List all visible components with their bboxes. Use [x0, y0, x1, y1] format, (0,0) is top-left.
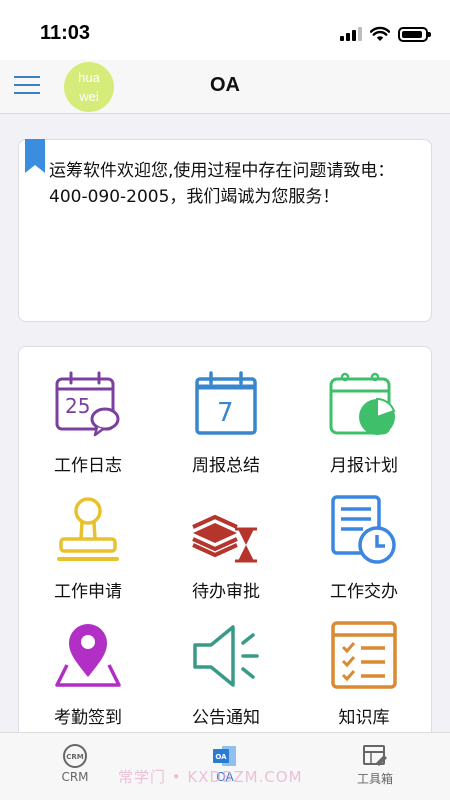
module-label: 公告通知 [192, 708, 260, 728]
crm-icon: CRM [63, 744, 87, 768]
module-announcement[interactable]: 公告通知 [157, 599, 295, 728]
crm-icon-text: CRM [66, 753, 84, 761]
calendar-chat-icon: 25 [55, 371, 120, 437]
nav-bar: hua wei OA [0, 60, 450, 114]
map-pin-icon [55, 624, 121, 687]
calendar-pie-icon [329, 372, 396, 435]
module-attendance[interactable]: 考勤签到 [19, 599, 157, 728]
module-work-log[interactable]: 25 工作日志 [19, 347, 157, 476]
wifi-icon [370, 26, 390, 41]
checklist-window-icon [331, 621, 397, 689]
tab-label: 工具箱 [356, 772, 393, 786]
svg-text:25: 25 [65, 394, 90, 418]
tab-toolbox[interactable]: 工具箱 [300, 733, 450, 800]
module-pending-approval[interactable]: 待办审批 [157, 473, 295, 602]
status-icons [340, 24, 431, 44]
oa-icon-text: OA [215, 753, 227, 761]
module-label: 知识库 [338, 708, 390, 728]
module-work-assignment[interactable]: 工作交办 [295, 473, 431, 602]
hourglass-stack-icon [192, 514, 257, 563]
module-label: 考勤签到 [54, 708, 122, 728]
module-monthly-plan[interactable]: 月报计划 [295, 347, 431, 476]
toolbox-icon [363, 745, 387, 766]
notice-text: 运筹软件欢迎您,使用过程中存在问题请致电：400-090-2005，我们竭诚为您… [49, 161, 395, 207]
stamp-icon [57, 497, 119, 561]
watermark: 常学门 • KXDBZM.COM [118, 768, 303, 786]
page-title: OA [210, 74, 240, 96]
module-weekly-report[interactable]: 7 周报总结 [157, 347, 295, 476]
svg-text:7: 7 [217, 398, 234, 428]
speaker-icon [193, 625, 259, 687]
battery-icon [398, 26, 431, 42]
module-grid: 25 工作日志 7 周报总结 月报计划 工作申请 待办审批 工作交办 考勤签到 … [18, 346, 432, 766]
status-time: 11:03 [40, 22, 91, 44]
module-knowledge-base[interactable]: 知识库 [295, 599, 431, 728]
bookmark-icon [25, 139, 45, 173]
document-clock-icon [331, 495, 396, 564]
notice-card: 运筹软件欢迎您,使用过程中存在问题请致电：400-090-2005，我们竭诚为您… [18, 139, 432, 322]
battery-fill [402, 30, 422, 38]
module-work-application[interactable]: 工作申请 [19, 473, 157, 602]
calendar-7-icon: 7 [195, 371, 257, 435]
status-bar: 11:03 [0, 0, 450, 60]
cellular-signal-icon [340, 27, 362, 41]
